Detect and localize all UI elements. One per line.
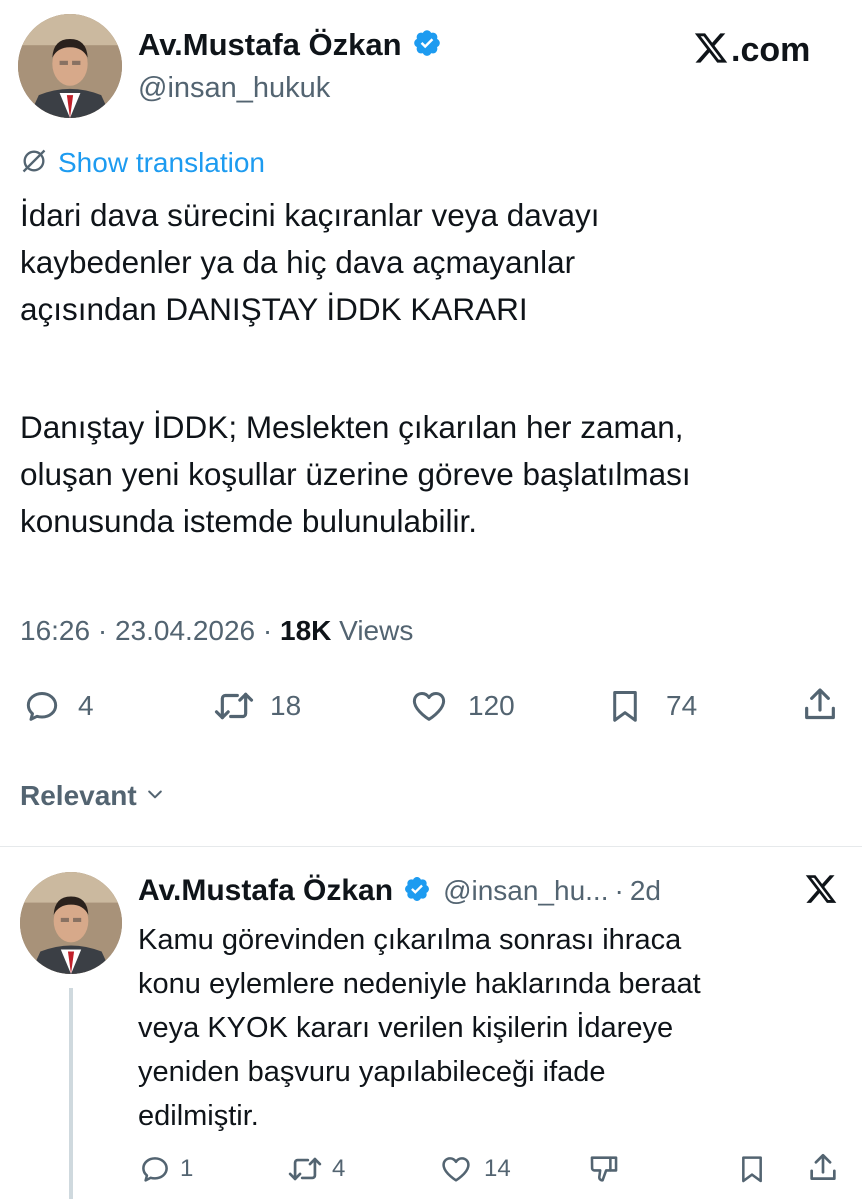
share-button[interactable]: [800, 684, 840, 726]
sort-dropdown[interactable]: Relevant: [20, 776, 165, 816]
author-handle[interactable]: @insan_hukuk: [138, 70, 330, 106]
tweet-meta: 16:26 · 23.04.2026 · 18K Views: [20, 612, 413, 650]
x-logo-icon: [692, 30, 730, 71]
views-count: 18K: [280, 615, 332, 646]
reply-bookmark-icon: [736, 1152, 768, 1186]
bookmark-button[interactable]: 74: [606, 686, 697, 726]
reply-text: Kamu görevinden çıkarılma sonrası ihraca…: [138, 924, 701, 1132]
author-name[interactable]: Av.Mustafa Özkan: [138, 27, 402, 63]
reply-like-button[interactable]: 14: [438, 1152, 511, 1186]
reply-button[interactable]: 4: [22, 686, 94, 726]
reply-share-icon: [806, 1150, 840, 1186]
reply-like-count: 14: [484, 1155, 511, 1182]
reply-reply-icon: [138, 1152, 172, 1186]
reply-heart-icon: [438, 1152, 474, 1186]
reply-x-icon: [804, 872, 838, 911]
show-translation-link[interactable]: Show translation: [20, 144, 265, 182]
like-count: 120: [468, 690, 515, 721]
tweet-text-paragraph-1: İdari dava sürecini kaçıranlar veya dava…: [20, 197, 600, 327]
chevron-down-icon: [145, 784, 165, 809]
heart-icon: [408, 686, 450, 726]
reply-age[interactable]: 2d: [630, 875, 661, 907]
share-icon: [800, 684, 840, 726]
avatar-portrait: [18, 14, 122, 118]
bookmark-count: 74: [666, 690, 698, 721]
reply-author-handle[interactable]: @insan_hu...: [443, 875, 608, 907]
reply-dislike-button[interactable]: [586, 1152, 622, 1186]
x-com-watermark: .com: [692, 28, 810, 72]
reply-author-avatar[interactable]: [20, 872, 122, 974]
like-button[interactable]: 120: [408, 686, 515, 726]
reply-repost-icon: [286, 1152, 324, 1186]
meta-separator-1: ·: [97, 615, 108, 646]
tweet-text-paragraph-2: Danıştay İDDK; Meslekten çıkarılan her z…: [20, 409, 691, 539]
repost-button[interactable]: 18: [212, 686, 301, 726]
reply-verified-badge-icon: [403, 875, 431, 908]
reply-repost-count: 4: [332, 1155, 346, 1182]
section-divider: [0, 846, 862, 847]
views-label: Views: [339, 615, 414, 646]
tweet-date[interactable]: 23.04.2026: [115, 615, 255, 646]
show-translation-label[interactable]: Show translation: [58, 147, 265, 179]
meta-separator-2: ·: [262, 615, 273, 646]
thumbs-down-icon: [586, 1152, 622, 1186]
tweet-time[interactable]: 16:26: [20, 615, 90, 646]
thread-line: [69, 988, 73, 1199]
site-domain: .com: [731, 30, 811, 69]
verified-badge-icon: [412, 28, 442, 63]
reply-count: 4: [78, 690, 94, 721]
repost-icon: [212, 686, 256, 726]
author-avatar[interactable]: [18, 14, 122, 118]
translate-globe-icon: [20, 147, 48, 180]
author-name-row[interactable]: Av.Mustafa Özkan: [138, 24, 442, 66]
sort-label: Relevant: [20, 780, 137, 811]
reply-share-button[interactable]: [806, 1150, 840, 1186]
reply-icon: [22, 686, 62, 726]
reply-avatar-portrait: [20, 872, 122, 974]
reply-author-name[interactable]: Av.Mustafa Özkan: [138, 874, 393, 908]
reply-separator: ·: [614, 875, 624, 906]
repost-count: 18: [270, 690, 302, 721]
reply-reply-count: 1: [180, 1155, 194, 1182]
reply-reply-button[interactable]: 1: [138, 1152, 193, 1186]
bookmark-icon: [606, 686, 644, 726]
reply-header-row: Av.Mustafa Özkan @insan_hu... · 2d: [138, 870, 661, 912]
reply-bookmark-button[interactable]: [736, 1152, 768, 1186]
reply-repost-button[interactable]: 4: [286, 1152, 345, 1186]
